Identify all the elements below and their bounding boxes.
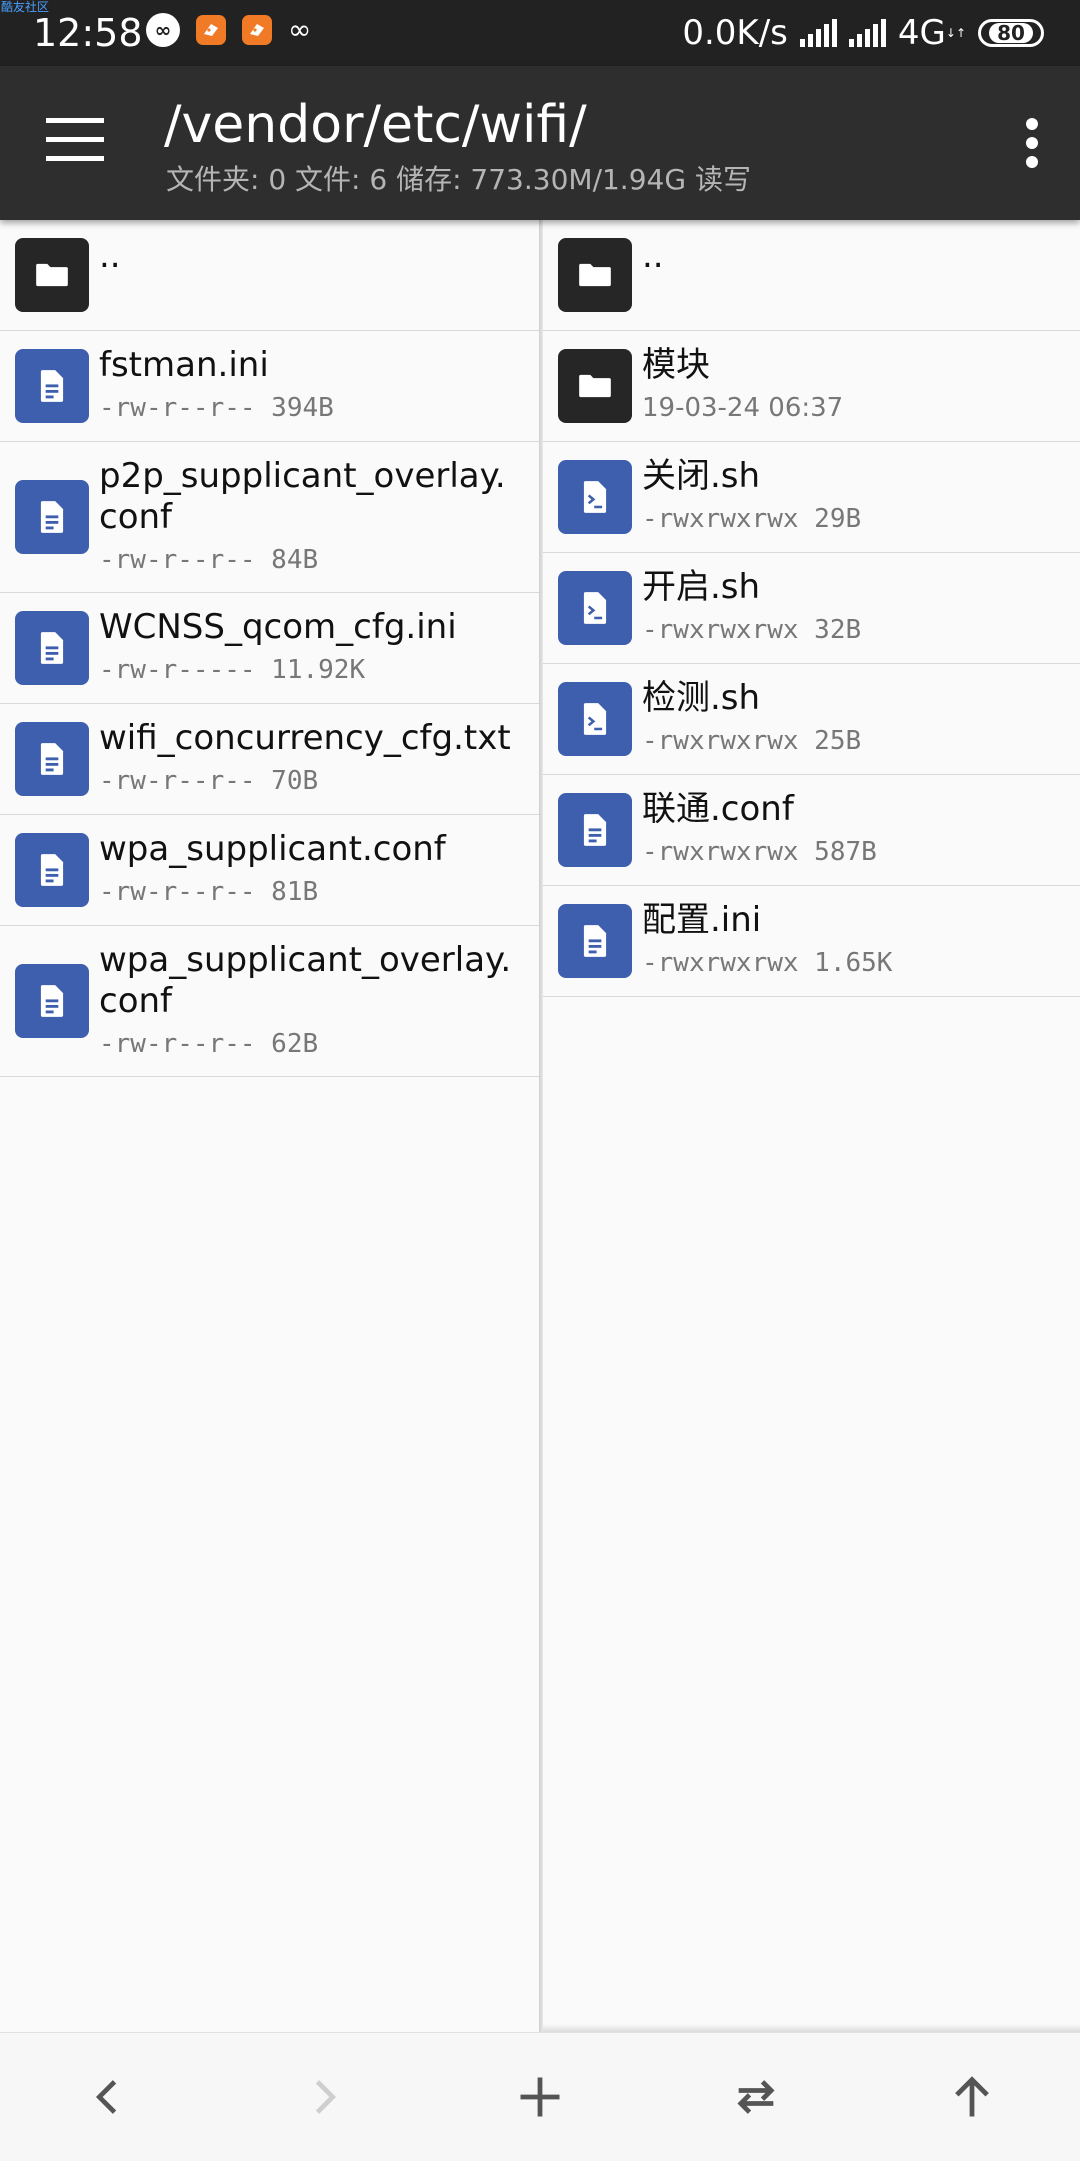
file-name: wpa_supplicant.conf: [99, 829, 446, 869]
more-options-icon[interactable]: [1020, 118, 1044, 168]
document-icon: [558, 904, 632, 978]
file-meta: -rw-r--r-- 81B: [99, 877, 319, 907]
loop-icon: ∞: [146, 13, 180, 47]
list-item[interactable]: ..: [0, 220, 539, 331]
battery-icon: 80: [978, 19, 1044, 47]
file-name: 关闭.sh: [642, 456, 761, 496]
up-icon[interactable]: [932, 2061, 1012, 2133]
list-item[interactable]: wifi_concurrency_cfg.txt -rw-r--r-- 70B: [0, 704, 539, 815]
file-meta: -rw-r--r-- 70B: [99, 766, 319, 796]
status-bar: 酷友社区 12:58 ∞ ∞ 0.0K/s 4G↓↑ 80: [0, 0, 1080, 66]
add-icon[interactable]: [500, 2061, 580, 2133]
swap-icon[interactable]: [716, 2061, 796, 2133]
clock: 12:58: [33, 11, 143, 55]
menu-icon[interactable]: [46, 118, 106, 162]
list-item[interactable]: wpa_supplicant.conf -rw-r--r-- 81B: [0, 815, 539, 926]
file-meta: -rw-r--r-- 84B: [99, 545, 319, 575]
file-meta: -rw-r--r-- 394B: [99, 393, 334, 423]
list-item[interactable]: WCNSS_qcom_cfg.ini -rw-r----- 11.92K: [0, 593, 539, 704]
list-item[interactable]: fstman.ini -rw-r--r-- 394B: [0, 331, 539, 442]
document-icon: [15, 480, 89, 554]
document-icon: [558, 793, 632, 867]
file-name: 开启.sh: [642, 567, 761, 607]
file-name: 联通.conf: [642, 789, 794, 829]
folder-icon: [558, 349, 632, 423]
loop-icon: ∞: [288, 13, 312, 46]
file-name: 模块: [642, 345, 710, 385]
notification-icons: ∞ ∞: [146, 13, 311, 47]
list-item[interactable]: wpa_supplicant_overlay.conf -rw-r--r-- 6…: [0, 926, 539, 1077]
script-icon: [558, 571, 632, 645]
right-file-pane[interactable]: .. 模块 19-03-24 06:37 关闭.sh -rwxrwxrwx 29…: [543, 220, 1080, 2032]
list-item[interactable]: 联通.conf -rwxrwxrwx 587B: [543, 775, 1080, 886]
file-name: p2p_supplicant_overlay.conf: [99, 456, 506, 537]
forward-icon[interactable]: [284, 2061, 364, 2133]
file-meta: -rw-r--r-- 62B: [99, 1029, 319, 1059]
list-item[interactable]: 开启.sh -rwxrwxrwx 32B: [543, 553, 1080, 664]
status-right: 0.0K/s 4G↓↑ 80: [682, 10, 1044, 56]
script-icon: [558, 460, 632, 534]
script-icon: [558, 682, 632, 756]
document-icon: [15, 964, 89, 1038]
bottom-toolbar: [0, 2032, 1080, 2161]
file-name: wifi_concurrency_cfg.txt: [99, 718, 511, 758]
path-title: /vendor/etc/wifi/: [164, 95, 587, 155]
file-meta: -rw-r----- 11.92K: [99, 655, 366, 685]
list-item[interactable]: 检测.sh -rwxrwxrwx 25B: [543, 664, 1080, 775]
document-icon: [15, 349, 89, 423]
file-name: wpa_supplicant_overlay.conf: [99, 940, 512, 1021]
file-meta: -rwxrwxrwx 29B: [642, 504, 862, 534]
app-icon: [196, 15, 226, 45]
network-speed: 0.0K/s: [682, 13, 788, 53]
file-name: 配置.ini: [642, 900, 762, 940]
list-item[interactable]: p2p_supplicant_overlay.conf -rw-r--r-- 8…: [0, 442, 539, 593]
file-meta: -rwxrwxrwx 32B: [642, 615, 862, 645]
list-item[interactable]: 模块 19-03-24 06:37: [543, 331, 1080, 442]
file-meta: -rwxrwxrwx 25B: [642, 726, 862, 756]
list-item[interactable]: ..: [543, 220, 1080, 331]
back-icon[interactable]: [68, 2061, 148, 2133]
file-name: fstman.ini: [99, 345, 269, 385]
document-icon: [15, 722, 89, 796]
document-icon: [15, 833, 89, 907]
left-file-pane[interactable]: .. fstman.ini -rw-r--r-- 394B p2p_suppli…: [0, 220, 539, 2032]
file-name: ..: [642, 236, 664, 276]
folder-icon: [558, 238, 632, 312]
folder-icon: [15, 238, 89, 312]
file-meta: -rwxrwxrwx 587B: [642, 837, 877, 867]
file-name: 检测.sh: [642, 678, 761, 718]
file-name: ..: [99, 236, 121, 276]
list-item[interactable]: 配置.ini -rwxrwxrwx 1.65K: [543, 886, 1080, 997]
app-toolbar: /vendor/etc/wifi/ 文件夹: 0 文件: 6 储存: 773.3…: [0, 66, 1080, 220]
path-summary: 文件夹: 0 文件: 6 储存: 773.30M/1.94G 读写: [166, 163, 751, 196]
file-meta: -rwxrwxrwx 1.65K: [642, 948, 893, 978]
file-name: WCNSS_qcom_cfg.ini: [99, 607, 457, 647]
signal-icon: [848, 19, 886, 47]
battery-level: 80: [989, 23, 1033, 43]
app-icon: [242, 15, 272, 45]
network-type: 4G↓↑: [897, 13, 966, 53]
file-meta: 19-03-24 06:37: [642, 393, 844, 423]
list-item[interactable]: 关闭.sh -rwxrwxrwx 29B: [543, 442, 1080, 553]
document-icon: [15, 611, 89, 685]
signal-icon: [799, 19, 837, 47]
